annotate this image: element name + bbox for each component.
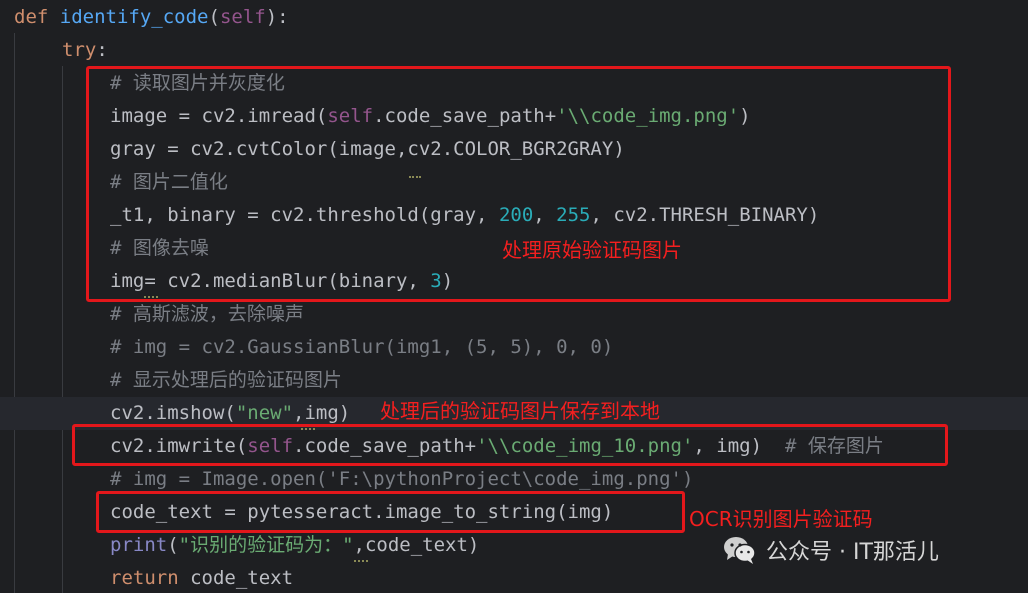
watermark-text: 公众号 · IT那活儿 — [766, 540, 939, 565]
annotation-box-ocr — [96, 491, 685, 533]
code-token: # 显示处理后的验证码图片 — [110, 369, 342, 391]
code-line[interactable]: def identify_code(self): — [0, 1, 1028, 34]
code-editor-screenshot: def identify_code(self): try: # 读取图片并灰度化 im… — [0, 0, 1028, 593]
code-token: ( — [167, 534, 179, 556]
code-line[interactable]: # 高斯滤波，去除噪声 — [0, 298, 1028, 331]
code-line[interactable]: try: — [0, 34, 1028, 67]
code-token: ): — [265, 6, 289, 28]
code-token: cv2.imshow( — [110, 402, 236, 424]
code-token: "new" — [235, 402, 294, 424]
code-line-text: print("识别的验证码为：",code_text) — [110, 529, 479, 562]
annotation-label-save: 处理后的验证码图片保存到本地 — [380, 399, 660, 423]
code-token: ,img) — [293, 402, 351, 424]
code-token: # img = cv2.GaussianBlur(img1, (5, 5), 0… — [110, 336, 614, 358]
code-token: return — [110, 567, 191, 589]
code-line-text: # 显示处理后的验证码图片 — [110, 364, 342, 397]
code-line-text: return code_text — [110, 562, 293, 593]
code-line-text: try: — [62, 34, 108, 67]
code-line[interactable]: # img = cv2.GaussianBlur(img1, (5, 5), 0… — [0, 331, 1028, 364]
wechat-icon — [724, 537, 756, 564]
annotation-box-save — [72, 424, 948, 466]
code-line-text: def identify_code(self): — [14, 1, 289, 34]
watermark: 公众号 · IT那活儿 — [723, 532, 939, 568]
code-line-text: # 高斯滤波，去除噪声 — [110, 298, 304, 331]
code-line[interactable]: # 显示处理后的验证码图片 — [0, 364, 1028, 397]
annotation-box-preprocess — [86, 66, 951, 302]
code-token: # 高斯滤波，去除噪声 — [110, 303, 304, 325]
code-token: code_text — [190, 567, 294, 589]
code-token: : — [96, 39, 108, 61]
annotation-label-ocr: OCR识别图片验证码 — [689, 507, 873, 531]
code-line-text: # img = cv2.GaussianBlur(img1, (5, 5), 0… — [110, 331, 613, 364]
code-token: self — [219, 6, 266, 28]
code-token: identify_code — [59, 6, 209, 28]
code-token: "识别的验证码为：" — [178, 534, 354, 556]
warning-squiggle — [354, 556, 368, 562]
annotation-label-preprocess: 处理原始验证码图片 — [502, 238, 682, 262]
code-token: print — [110, 534, 168, 556]
code-token: def — [14, 6, 60, 28]
code-token: ,code_text) — [353, 534, 480, 556]
code-token: try — [62, 39, 97, 61]
code-token: ( — [208, 6, 220, 28]
code-token: # img = Image.open('F:\pythonProject\cod… — [110, 468, 694, 490]
